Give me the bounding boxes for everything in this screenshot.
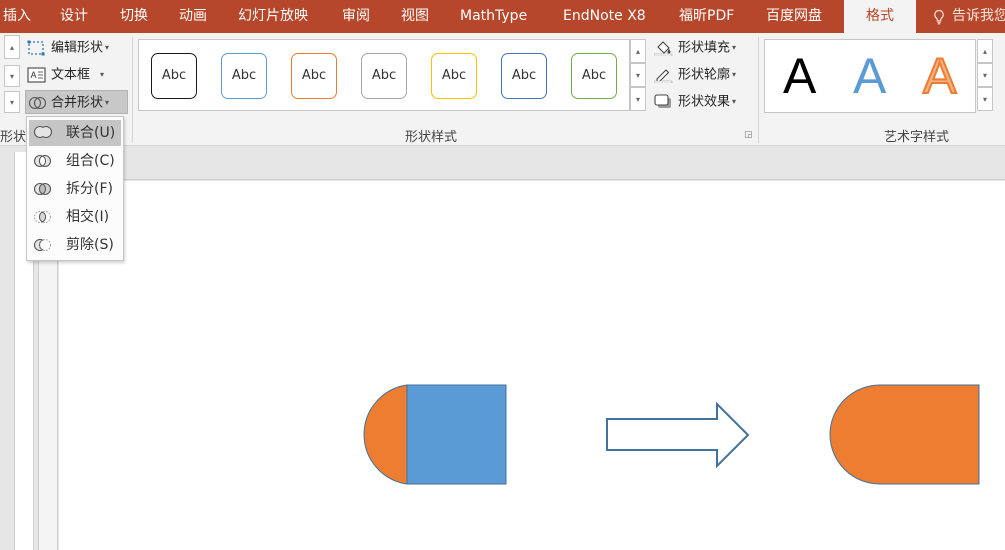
menu-item-subtract[interactable]: 剪除(S) [29, 232, 121, 258]
slide-shapes-layer [363, 384, 980, 485]
union-icon [33, 125, 52, 139]
menu-item-label: 剪除(S) [66, 237, 114, 253]
combine-icon [33, 154, 52, 168]
blue-rectangle-shape[interactable] [406, 384, 507, 485]
menu-item-intersect[interactable]: 相交(I) [29, 204, 121, 230]
half-circle-shape[interactable] [363, 384, 408, 485]
right-arrow-shape[interactable] [606, 401, 750, 469]
menu-item-label: 组合(C) [66, 153, 115, 169]
fragment-icon [33, 182, 52, 196]
menu-item-union[interactable]: 联合(U) [29, 120, 121, 146]
menu-item-combine[interactable]: 组合(C) [29, 148, 121, 174]
subtract-icon [33, 238, 51, 252]
menu-item-fragment[interactable]: 拆分(F) [29, 176, 121, 202]
merge-shapes-menu: 联合(U) 组合(C) 拆分(F) 相交(I) 剪除(S) [26, 116, 124, 261]
menu-item-label: 联合(U) [66, 125, 116, 141]
menu-item-label: 拆分(F) [66, 181, 113, 197]
intersect-icon [34, 211, 51, 223]
menu-item-label: 相交(I) [66, 209, 110, 225]
merged-union-shape[interactable] [829, 384, 980, 485]
